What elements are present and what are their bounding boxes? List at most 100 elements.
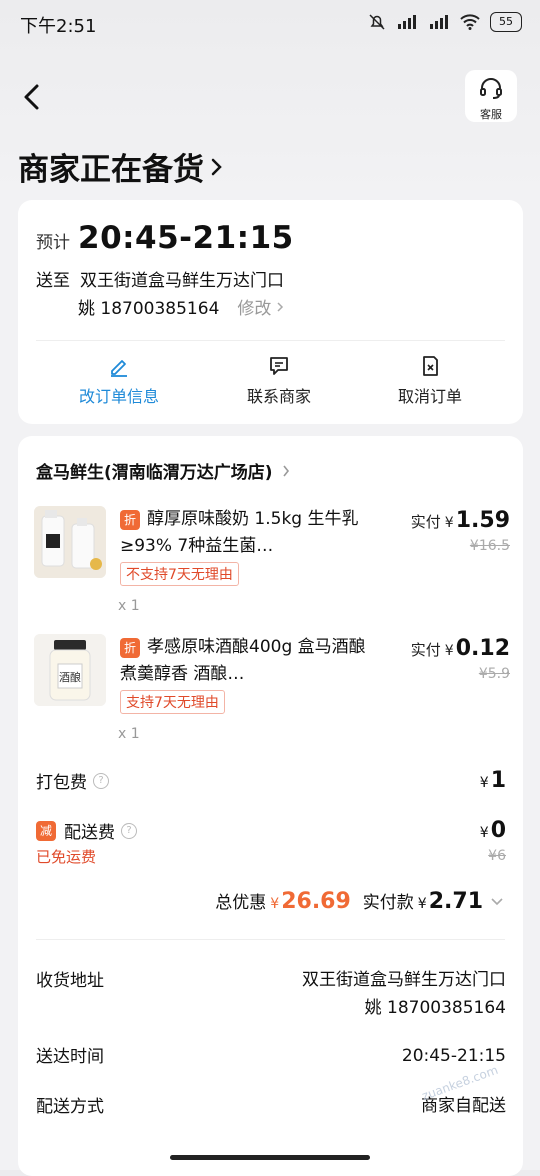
packing-fee-label: 打包费 bbox=[36, 773, 87, 793]
contact-merchant-button[interactable]: 联系商家 bbox=[219, 354, 339, 407]
product-name: 醇厚原味酸奶 1.5kg 生牛乳≥93% 7种益生菌… bbox=[120, 509, 359, 556]
chat-icon bbox=[270, 357, 288, 375]
order-detail-card: 盒马鲜生(渭南临渭万达广场店) 折 醇厚原味酸奶 1.5kg 生牛乳≥93% 7… bbox=[18, 436, 523, 1176]
product-image-rice-wine: 酒酿 bbox=[34, 634, 106, 706]
discount-value: 26.69 bbox=[281, 889, 351, 914]
signal-icon-2 bbox=[430, 15, 448, 29]
customer-service-button[interactable]: 客服 bbox=[465, 70, 517, 122]
product-name: 孝感原味酒酿400g 盒马酒酿 煮羹醇香 酒酿… bbox=[120, 637, 366, 684]
chevron-right-icon bbox=[277, 301, 284, 312]
delivery-fee-label: 配送费 bbox=[64, 823, 115, 843]
edit-order-label: 改订单信息 bbox=[78, 387, 159, 406]
price-value: 1.59 bbox=[455, 508, 510, 533]
delivery-fee-amount: 0 bbox=[490, 818, 506, 843]
edit-order-button[interactable]: 改订单信息 bbox=[59, 354, 179, 407]
back-button[interactable] bbox=[18, 80, 48, 114]
eta-time: 20:45-21:15 bbox=[78, 220, 294, 256]
packing-fee-label-wrap: 打包费 ? bbox=[36, 768, 506, 793]
chevron-down-icon bbox=[491, 898, 503, 906]
status-time: 下午2:51 bbox=[20, 16, 97, 37]
modify-label: 修改 bbox=[237, 299, 272, 319]
address-contact: 姚 18700385164 bbox=[364, 998, 506, 1018]
contact-info: 姚 18700385164 bbox=[78, 299, 220, 319]
chevron-left-icon bbox=[24, 84, 39, 110]
product-price: 实付 ¥ 1.59 bbox=[411, 508, 510, 533]
yogurt-image-icon bbox=[34, 506, 106, 578]
eta-prefix: 预计 bbox=[36, 233, 70, 253]
divider bbox=[36, 939, 505, 940]
time-label: 送达时间 bbox=[36, 1047, 104, 1067]
home-indicator[interactable] bbox=[170, 1155, 370, 1160]
cancel-order-icon bbox=[423, 356, 438, 376]
eta-row: 预计 20:45-21:15 bbox=[36, 220, 294, 256]
cancel-order-button[interactable]: 取消订单 bbox=[370, 354, 490, 407]
price-currency: ¥ bbox=[444, 643, 454, 659]
price-prefix: 实付 bbox=[410, 513, 441, 531]
packing-fee-value: ¥1 bbox=[480, 768, 506, 793]
modify-link[interactable]: 修改 bbox=[237, 294, 285, 319]
divider bbox=[36, 340, 505, 341]
price-value: 0.12 bbox=[455, 636, 510, 661]
contact-merchant-label: 联系商家 bbox=[246, 387, 311, 406]
store-link[interactable]: 盒马鲜生(渭南临渭万达广场店) bbox=[36, 458, 291, 483]
delivery-fee-label-wrap: 减 配送费 ? bbox=[36, 818, 506, 843]
delivery-address-row: 送至 双王街道盒马鲜生万达门口 bbox=[36, 266, 284, 291]
jar-image-icon: 酒酿 bbox=[34, 634, 106, 706]
mute-bell-icon bbox=[369, 14, 385, 30]
chevron-right-icon bbox=[282, 465, 289, 476]
packing-fee-row: 打包费 ? ¥1 bbox=[36, 768, 506, 793]
return-policy-badge: 不支持7天无理由 bbox=[120, 562, 239, 586]
wifi-icon bbox=[460, 14, 480, 30]
return-policy-badge: 支持7天无理由 bbox=[120, 690, 225, 714]
address-label: 收货地址 bbox=[36, 971, 104, 991]
method-label: 配送方式 bbox=[36, 1097, 104, 1117]
currency-symbol: ¥ bbox=[479, 825, 489, 841]
page-title[interactable]: 商家正在备货 bbox=[18, 144, 224, 189]
product-quantity: x 1 bbox=[118, 598, 140, 614]
headset-icon bbox=[480, 78, 502, 99]
delivery-address: 双王街道盒马鲜生万达门口 bbox=[80, 271, 284, 291]
svg-text:酒酿: 酒酿 bbox=[59, 670, 81, 684]
paid-label: 实付款 bbox=[362, 893, 414, 913]
cancel-order-label: 取消订单 bbox=[397, 387, 462, 406]
product-image-yogurt bbox=[34, 506, 106, 578]
free-shipping-text: 已免运费 bbox=[36, 848, 97, 866]
address-info-row: 收货地址 双王街道盒马鲜生万达门口 姚 18700385164 bbox=[36, 966, 506, 1026]
totals-row[interactable]: 总优惠 ¥ 26.69 实付款 ¥ 2.71 bbox=[215, 888, 505, 914]
delivery-fee-original: ¥6 bbox=[488, 848, 506, 864]
address-value: 双王街道盒马鲜生万达门口 姚 18700385164 bbox=[302, 966, 506, 1022]
customer-service-label: 客服 bbox=[480, 108, 502, 121]
paid-value: 2.71 bbox=[428, 889, 483, 914]
edit-icon bbox=[111, 360, 127, 377]
contact-row: 姚 18700385164 修改 bbox=[78, 294, 285, 319]
product-item[interactable]: 折 醇厚原味酸奶 1.5kg 生牛乳≥93% 7种益生菌… 不支持7天无理由 x… bbox=[34, 506, 514, 626]
discount-currency: ¥ bbox=[270, 896, 280, 912]
chevron-right-icon bbox=[211, 158, 222, 175]
order-status-title: 商家正在备货 bbox=[18, 152, 204, 188]
address-prefix: 送至 bbox=[36, 271, 70, 291]
discount-label: 总优惠 bbox=[215, 893, 267, 913]
price-currency: ¥ bbox=[444, 515, 454, 531]
delivery-fee-value: ¥0 bbox=[480, 818, 506, 843]
paid-currency: ¥ bbox=[417, 896, 427, 912]
packing-fee-amount: 1 bbox=[490, 768, 506, 793]
product-item[interactable]: 酒酿 折 孝感原味酒酿400g 盒马酒酿 煮羹醇香 酒酿… 支持7天无理由 x … bbox=[34, 634, 514, 754]
original-price: ¥16.5 bbox=[469, 538, 510, 554]
battery-icon: 55 bbox=[490, 12, 522, 32]
delivery-time-row: 送达时间 20:45-21:15 bbox=[36, 1042, 506, 1072]
original-price: ¥5.9 bbox=[478, 666, 510, 682]
status-bar: 下午2:51 55 bbox=[0, 0, 540, 46]
product-price: 实付 ¥ 0.12 bbox=[411, 636, 510, 661]
store-name: 盒马鲜生(渭南临渭万达广场店) bbox=[36, 463, 273, 483]
help-icon[interactable]: ? bbox=[93, 772, 109, 789]
reduction-tag: 减 bbox=[36, 820, 56, 841]
address-line: 双王街道盒马鲜生万达门口 bbox=[302, 970, 506, 990]
help-icon[interactable]: ? bbox=[121, 822, 137, 839]
signal-icon bbox=[398, 15, 416, 29]
currency-symbol: ¥ bbox=[479, 775, 489, 791]
delivery-card: 预计 20:45-21:15 送至 双王街道盒马鲜生万达门口 姚 18700385… bbox=[18, 200, 523, 424]
product-quantity: x 1 bbox=[118, 726, 140, 742]
price-prefix: 实付 bbox=[410, 641, 441, 659]
delivery-fee-row: 减 配送费 ? ¥0 已免运费 ¥6 bbox=[36, 818, 506, 866]
status-icons: 55 bbox=[368, 12, 522, 32]
